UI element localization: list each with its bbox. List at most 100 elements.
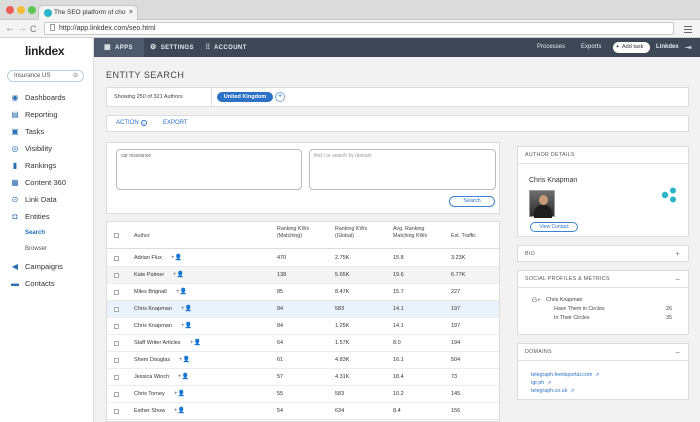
report-icon: ▤ [11,110,19,119]
author-name-cell[interactable]: Staff Writer Articles [134,335,181,351]
search-button[interactable]: Search [449,196,495,207]
table-row[interactable]: Jessica Winch +👤 57 4.31K 18.4 73 [107,369,499,386]
table-row[interactable]: Chris Knapman +👤 84 583 14.1 197 [107,301,499,318]
add-contact-icon[interactable]: +👤 [179,352,190,368]
site-selector[interactable]: Insurance US ⊖ [7,70,84,82]
column-traffic[interactable]: Est. Traffic [451,233,476,240]
row-checkbox[interactable] [114,341,119,346]
table-row[interactable]: Staff Writer Articles +👤 64 1.57K 8.0 194 [107,335,499,352]
column-author[interactable]: Author [134,233,150,240]
share-icon[interactable] [661,187,677,203]
account-name[interactable]: Linkdex [656,38,679,57]
add-contact-icon[interactable]: +👤 [174,403,185,419]
author-name-cell[interactable]: Chris Knapman [134,318,172,334]
row-checkbox[interactable] [114,375,119,380]
table-row[interactable]: Shem Douglas +👤 61 4.83K 16.1 504 [107,352,499,369]
action-button[interactable]: ACTION ⌄ [116,116,147,131]
tab-apps[interactable]: ▦ APPS [94,38,144,57]
sidebar-item-label: Reporting [25,110,58,119]
sidebar-subitem-search[interactable]: Search [0,227,93,240]
collapse-icon[interactable]: – [676,271,680,288]
reload-icon[interactable]: C [30,22,37,36]
add-contact-icon[interactable]: +👤 [190,335,201,351]
author-name-cell[interactable]: Jessica Winch [134,369,169,385]
sidebar-item-campaigns[interactable]: ◀ Campaigns [0,259,93,275]
logout-icon[interactable]: ⇥ [685,38,692,57]
author-name-cell[interactable]: Esther Show [134,403,165,419]
linkdex-logo[interactable]: linkdex [25,44,65,58]
social-profile-name[interactable]: Chris Knapman [546,297,583,303]
back-icon[interactable]: ← [5,22,15,36]
row-checkbox[interactable] [114,392,119,397]
bio-panel[interactable]: BIO + [517,245,689,262]
sidebar-item-reporting[interactable]: ▤ Reporting [0,107,93,123]
table-row[interactable]: Chris Torney +👤 55 583 10.2 145 [107,386,499,403]
processes-link[interactable]: Processes [537,38,565,57]
domain-input[interactable]: find / or search by domain [309,149,496,190]
exports-link[interactable]: Exports [581,38,601,57]
forward-icon[interactable]: → [17,22,27,36]
sidebar-item-contacts[interactable]: ▬ Contacts [0,276,93,292]
sidebar-item-visibility[interactable]: ◎ Visibility [0,141,93,157]
add-contact-icon[interactable]: +👤 [176,284,187,300]
column-avg-ranking[interactable]: Avg. Ranking Matching KWs [393,226,443,239]
author-name-cell[interactable]: Chris Knapman [134,301,172,317]
sidebar-item-link-data[interactable]: ⊙ Link Data [0,192,93,208]
table-row[interactable]: Adrian Flux +👤 470 2.75K 15.8 3.23K [107,250,499,267]
table-row[interactable]: Miles Brignall +👤 85 8.47K 15.7 227 [107,284,499,301]
tab-settings[interactable]: ⚙ SETTINGS [150,38,194,57]
add-task-button[interactable]: + Add task [613,42,650,53]
browser-menu-icon[interactable] [684,24,692,35]
expand-icon[interactable]: + [676,246,680,263]
row-checkbox[interactable] [114,358,119,363]
author-name-cell[interactable]: Shem Douglas [134,352,170,368]
bar-chart-icon: ▮ [12,161,18,170]
author-name-cell[interactable]: Miles Brignall [134,284,167,300]
minimize-window-icon[interactable] [17,6,25,14]
sidebar-item-tasks[interactable]: ▣ Tasks [0,124,93,140]
ranking-global-cell: 1.25K [335,323,350,329]
content-icon: ▦ [11,178,19,187]
column-ranking-global[interactable]: Ranking KWs (Global) [335,226,379,239]
add-contact-icon[interactable]: +👤 [181,301,192,317]
keyword-input[interactable]: car insurance [116,149,302,190]
domain-link[interactable]: telegraph.feedsportal.com ⇗ [531,372,599,378]
filter-pill-country[interactable]: United Kingdom [217,92,273,102]
browser-tab[interactable]: The SEO platform of cho × [38,5,138,20]
tab-account[interactable]: ⦙⦙ ACCOUNT [206,38,247,57]
collapse-icon[interactable]: – [676,344,680,361]
add-filter-button[interactable]: + [275,92,285,102]
row-checkbox[interactable] [114,307,119,312]
sidebar-subitem-browser[interactable]: Browser [0,243,93,256]
add-contact-icon[interactable]: +👤 [171,250,182,266]
author-name-cell[interactable]: Chris Torney [134,386,165,402]
row-checkbox[interactable] [114,409,119,414]
add-contact-icon[interactable]: +👤 [173,267,184,283]
table-row[interactable]: Kate Palmer +👤 138 5.65K 19.6 6.77K [107,267,499,284]
author-name-cell[interactable]: Kate Palmer [134,267,164,283]
row-checkbox[interactable] [114,290,119,295]
domain-link[interactable]: telegraph.co.uk ⇗ [531,388,574,394]
add-contact-icon[interactable]: +👤 [181,318,192,334]
column-ranking-matching[interactable]: Ranking KWs (Matching) [277,226,325,239]
export-button[interactable]: EXPORT [163,116,188,131]
sidebar-item-entities[interactable]: ◘ Entities [0,209,93,225]
row-checkbox[interactable] [114,273,119,278]
close-window-icon[interactable] [6,6,14,14]
add-contact-icon[interactable]: +👤 [178,369,189,385]
row-checkbox[interactable] [114,256,119,261]
sidebar-item-dashboards[interactable]: ◉ Dashboards [0,90,93,106]
sidebar-item-rankings[interactable]: ▮ Rankings [0,158,93,174]
sidebar-item-content-360[interactable]: ▦ Content 360 [0,175,93,191]
row-checkbox[interactable] [114,324,119,329]
address-bar[interactable]: http://app.linkdex.com/seo.html [44,22,674,35]
table-row[interactable]: Chris Knapman +👤 84 1.25K 14.1 197 [107,318,499,335]
author-name-cell[interactable]: Adrian Flux [134,250,162,266]
view-contact-button[interactable]: View Contact [530,222,578,232]
table-row[interactable]: Esther Show +👤 54 634 8.4 156 [107,403,499,420]
domain-link[interactable]: tgr.ph ⇗ [531,380,551,386]
tab-close-icon[interactable]: × [129,6,133,20]
add-contact-icon[interactable]: +👤 [174,386,185,402]
maximize-window-icon[interactable] [28,6,36,14]
select-all-checkbox[interactable] [114,233,119,238]
